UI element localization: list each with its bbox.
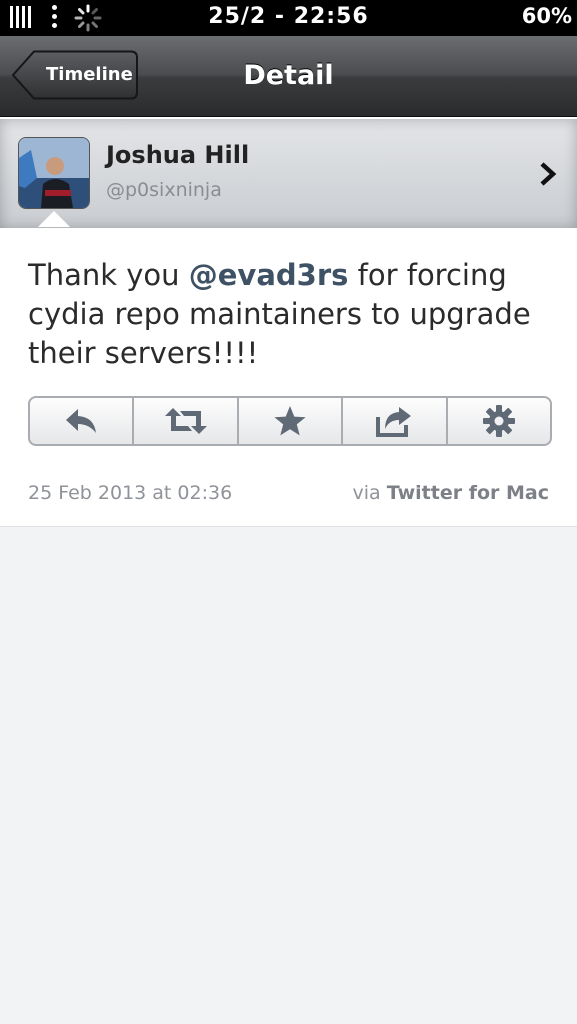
gear-icon: [482, 405, 515, 437]
avatar[interactable]: [18, 137, 90, 209]
share-button[interactable]: [343, 398, 448, 444]
retweet-icon: [164, 408, 207, 434]
mention-link[interactable]: @evad3rs: [189, 258, 349, 292]
share-icon: [376, 407, 412, 437]
status-bar: 25/2 - 22:56 60%: [0, 0, 577, 36]
star-icon: [274, 406, 306, 436]
tweet-action-bar: [28, 396, 552, 446]
favorite-button[interactable]: [239, 398, 344, 444]
status-time: 25/2 - 22:56: [208, 4, 369, 29]
settings-button[interactable]: [448, 398, 550, 444]
tweet-detail: Thank you @evad3rs for forcing cydia rep…: [0, 228, 577, 527]
tweet-text-start: Thank you: [28, 258, 189, 292]
retweet-button[interactable]: [134, 398, 239, 444]
battery-level: 60%: [521, 4, 572, 28]
chevron-right-icon[interactable]: [538, 161, 558, 187]
page-title: Detail: [243, 60, 334, 91]
navigation-bar: Timeline Detail: [0, 36, 577, 117]
profile-handle: @p0sixninja: [106, 179, 222, 201]
tweet-timestamp: 25 Feb 2013 at 02:36: [28, 482, 233, 504]
tweet-source: via Twitter for Mac: [353, 482, 550, 504]
reply-icon: [66, 409, 97, 433]
reply-button[interactable]: [30, 398, 135, 444]
profile-pointer: [38, 211, 70, 227]
avatar-photo: [19, 138, 89, 208]
client-link[interactable]: Twitter for Mac: [387, 482, 549, 504]
profile-header[interactable]: Joshua Hill @p0sixninja: [0, 117, 577, 230]
profile-name: Joshua Hill: [106, 141, 250, 169]
tweet-text: Thank you @evad3rs for forcing cydia rep…: [28, 256, 558, 373]
via-prefix: via: [352, 482, 387, 504]
